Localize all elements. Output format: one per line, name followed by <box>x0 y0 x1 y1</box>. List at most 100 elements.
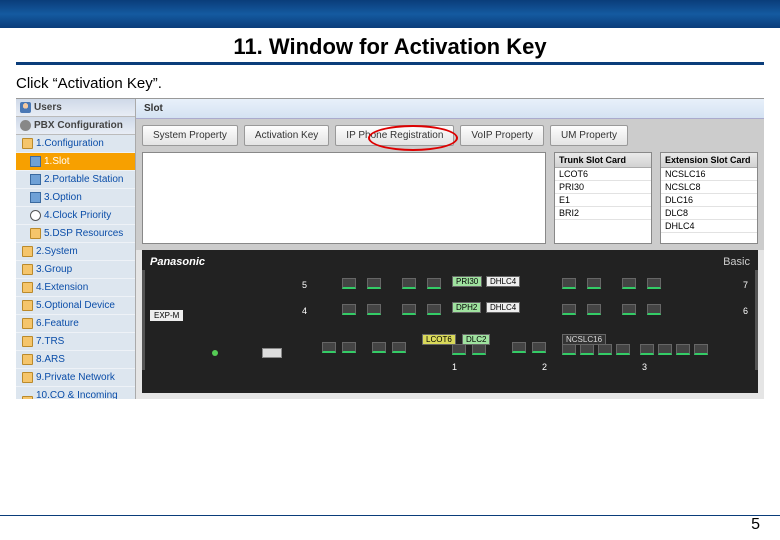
sidebar-item-label: 4.Clock Priority <box>44 210 111 221</box>
sidebar-item-trs[interactable]: 7.TRS <box>16 333 135 351</box>
trunk-slot-panel: Trunk Slot Card LCOT6 PRI30 E1 BRI2 <box>554 152 652 244</box>
folder-icon <box>30 228 41 239</box>
footer-divider <box>0 515 780 516</box>
port-icon <box>658 344 672 355</box>
panel-header-extension: Extension Slot Card <box>661 153 757 168</box>
chip-dph2[interactable]: DPH2 <box>452 302 481 313</box>
port-icon <box>342 342 356 353</box>
port-icon <box>622 278 636 289</box>
main-title: Slot <box>136 99 764 119</box>
sidebar-item-label: 2.Portable Station <box>44 174 124 185</box>
port-icon <box>372 342 386 353</box>
rack-rail <box>142 270 145 370</box>
tab-um-property[interactable]: UM Property <box>550 125 628 146</box>
ext-row[interactable]: DLC8 <box>661 207 757 220</box>
sidebar-item-label: 5.DSP Resources <box>44 228 123 239</box>
chip-dhlc4[interactable]: DHLC4 <box>486 276 520 287</box>
panel-header-trunk: Trunk Slot Card <box>555 153 651 168</box>
port-icon <box>402 304 416 315</box>
trunk-row[interactable]: BRI2 <box>555 207 651 220</box>
sidebar-item-label: 7.TRS <box>36 336 64 347</box>
port-icon <box>452 344 466 355</box>
folder-icon <box>22 354 33 365</box>
slot-num: 2 <box>542 362 547 372</box>
port-icon <box>427 304 441 315</box>
tab-voip-property[interactable]: VoIP Property <box>460 125 544 146</box>
page-number: 5 <box>751 516 760 534</box>
port-icon <box>342 278 356 289</box>
sidebar-section-label: PBX Configuration <box>34 120 123 131</box>
sidebar-item-group[interactable]: 3.Group <box>16 261 135 279</box>
port-icon <box>367 278 381 289</box>
port-icon <box>512 342 526 353</box>
sidebar-item-option[interactable]: 3.Option <box>16 189 135 207</box>
port-icon <box>367 304 381 315</box>
empty-panel <box>142 152 546 244</box>
tab-activation-key[interactable]: Activation Key <box>244 125 329 146</box>
sidebar-item-configuration[interactable]: 1.Configuration <box>16 135 135 153</box>
chip-dhlc4[interactable]: DHLC4 <box>486 302 520 313</box>
app-screenshot: Users PBX Configuration 1.Configuration … <box>16 98 764 399</box>
card-icon <box>30 192 41 203</box>
card-icon <box>30 174 41 185</box>
sidebar-item-label: 8.ARS <box>36 354 65 365</box>
folder-icon <box>22 246 33 257</box>
main-panel: Slot System Property Activation Key IP P… <box>136 99 764 399</box>
chip-pri30[interactable]: PRI30 <box>452 276 482 287</box>
sidebar-item-ars[interactable]: 8.ARS <box>16 351 135 369</box>
sidebar-item-optional-device[interactable]: 5.Optional Device <box>16 297 135 315</box>
folder-icon <box>22 336 33 347</box>
row-label: 4 <box>302 306 307 316</box>
port-icon <box>342 304 356 315</box>
tab-ip-phone-registration[interactable]: IP Phone Registration <box>335 125 454 146</box>
port-icon <box>402 278 416 289</box>
sidebar-item-private-network[interactable]: 9.Private Network <box>16 369 135 387</box>
sidebar-item-label: 4.Extension <box>36 282 88 293</box>
sidebar-item-extension[interactable]: 4.Extension <box>16 279 135 297</box>
port-icon <box>580 344 594 355</box>
card-panels: Trunk Slot Card LCOT6 PRI30 E1 BRI2 Exte… <box>136 146 764 250</box>
sidebar-item-system[interactable]: 2.System <box>16 243 135 261</box>
tab-system-property[interactable]: System Property <box>142 125 238 146</box>
rack-brand: Panasonic <box>150 256 205 268</box>
port-icon <box>427 278 441 289</box>
row-label: 6 <box>743 306 748 316</box>
sidebar-item-label: 9.Private Network <box>36 372 115 383</box>
port-icon <box>532 342 546 353</box>
instruction-text: Click “Activation Key”. <box>0 65 780 98</box>
sidebar-item-label: 1.Slot <box>44 156 70 167</box>
chip-lcot6[interactable]: LCOT6 <box>422 334 456 345</box>
trunk-row[interactable]: LCOT6 <box>555 168 651 181</box>
sidebar-item-label: 10.CO & Incoming Call <box>36 390 129 399</box>
slot-num: 1 <box>452 362 457 372</box>
port-icon <box>647 304 661 315</box>
sidebar-item-label: 3.Group <box>36 264 72 275</box>
sidebar: Users PBX Configuration 1.Configuration … <box>16 99 136 399</box>
rack-rail <box>755 270 758 370</box>
tab-bar: System Property Activation Key IP Phone … <box>136 119 764 146</box>
extension-slot-panel: Extension Slot Card NCSLC16 NCSLC8 DLC16… <box>660 152 758 244</box>
sidebar-item-slot[interactable]: 1.Slot <box>16 153 135 171</box>
ext-row[interactable]: DHLC4 <box>661 220 757 233</box>
sidebar-item-clock-priority[interactable]: 4.Clock Priority <box>16 207 135 225</box>
ext-row[interactable]: NCSLC16 <box>661 168 757 181</box>
sidebar-section-label: Users <box>34 102 62 113</box>
slide-title: 11. Window for Activation Key <box>16 28 764 65</box>
folder-icon <box>22 396 33 400</box>
user-icon <box>20 102 31 113</box>
trunk-row[interactable]: E1 <box>555 194 651 207</box>
sidebar-item-label: 1.Configuration <box>36 138 104 149</box>
rack-visualization[interactable]: Panasonic Basic EXP-M 5 PRI30 DHLC4 7 4 <box>142 250 758 393</box>
sidebar-section-pbx[interactable]: PBX Configuration <box>16 117 135 135</box>
trunk-row[interactable]: PRI30 <box>555 181 651 194</box>
sidebar-item-co-incoming[interactable]: 10.CO & Incoming Call <box>16 387 135 399</box>
ext-row[interactable]: NCSLC8 <box>661 181 757 194</box>
sidebar-item-dsp-resources[interactable]: 5.DSP Resources <box>16 225 135 243</box>
port-icon <box>616 344 630 355</box>
port-icon <box>622 304 636 315</box>
sidebar-item-portable-station[interactable]: 2.Portable Station <box>16 171 135 189</box>
sidebar-item-label: 6.Feature <box>36 318 79 329</box>
ext-row[interactable]: DLC16 <box>661 194 757 207</box>
sidebar-item-feature[interactable]: 6.Feature <box>16 315 135 333</box>
sidebar-section-users[interactable]: Users <box>16 99 135 117</box>
